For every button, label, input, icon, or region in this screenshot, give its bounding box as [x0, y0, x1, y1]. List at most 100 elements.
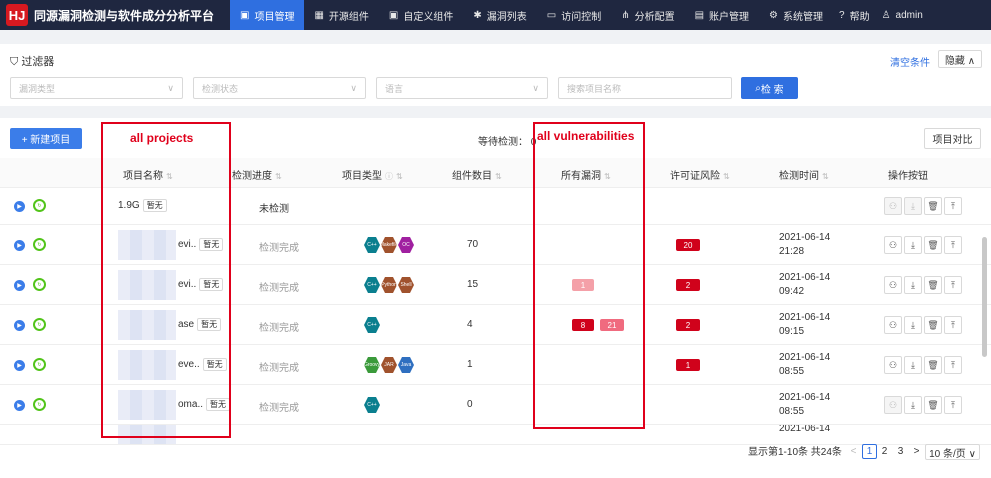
prev-page-button[interactable]: < [846, 444, 861, 459]
component-count: 15 [467, 279, 479, 290]
scan-status: 检测完成 [259, 403, 299, 414]
scan-status: 检测完成 [259, 243, 299, 254]
upload-icon[interactable]: ⤒ [944, 356, 962, 374]
component-count: 70 [467, 239, 479, 250]
topology-icon[interactable]: ⚇ [884, 236, 902, 254]
nav-item-1[interactable]: ▦ 开源组件 [304, 0, 378, 30]
nav-item-3[interactable]: ✱ 漏洞列表 [463, 0, 536, 30]
clear-filters-link[interactable]: 清空条件 [890, 54, 930, 69]
language-badge: JAR [381, 357, 397, 373]
play-icon[interactable]: ▶ [14, 201, 25, 212]
col-scan-time[interactable]: 检测时间 ⇅ [779, 167, 829, 182]
nav-item-7[interactable]: ⚙ 系统管理 [759, 0, 833, 30]
scan-clock: 09:42 [779, 286, 805, 297]
nav-item-6[interactable]: ▤ 账户管理 [685, 0, 759, 30]
nav-item-label: 项目管理 [254, 11, 295, 23]
nav-icon: ⋔ [621, 9, 630, 21]
trash-icon[interactable]: 🗑 [924, 197, 942, 215]
col-license-risk[interactable]: 许可证风险 ⇅ [670, 167, 730, 182]
nav-item-9[interactable]: ♙ admin [876, 0, 929, 30]
rescan-icon[interactable]: ↻ [33, 199, 46, 212]
license-risk-badge[interactable]: 20 [676, 239, 700, 251]
topology-icon[interactable]: ⚇ [884, 316, 902, 334]
nav-icon: ▤ [694, 9, 705, 21]
trash-icon[interactable]: 🗑 [924, 356, 942, 374]
scan-clock: 08:55 [779, 366, 805, 377]
row-actions: ⚇ ⤓ 🗑 ⤒ [884, 236, 964, 254]
col-component-count[interactable]: 组件数目 ⇅ [452, 167, 502, 182]
nav-item-5[interactable]: ⋔ 分析配置 [611, 0, 684, 30]
project-types: C++ [364, 317, 381, 333]
scan-clock: 08:55 [779, 406, 805, 417]
scan-time: 2021-06-14 08:55 [779, 351, 830, 379]
play-icon[interactable]: ▶ [14, 240, 25, 251]
table-scrollbar[interactable] [982, 237, 987, 357]
upload-icon[interactable]: ⤒ [944, 236, 962, 254]
trash-icon[interactable]: 🗑 [924, 276, 942, 294]
pagination-summary: 显示第1-10条 共24条 [748, 447, 842, 458]
license-risk-badge[interactable]: 1 [676, 359, 700, 371]
license-risk-badge[interactable]: 2 [676, 319, 700, 331]
topology-icon[interactable]: ⚇ [884, 356, 902, 374]
download-icon[interactable]: ⤓ [904, 197, 922, 215]
nav-item-4[interactable]: ▭ 访问控制 [537, 0, 611, 30]
rescan-icon[interactable]: ↻ [33, 278, 46, 291]
col-progress[interactable]: 检测进度 ⇅ [232, 167, 282, 182]
play-icon[interactable]: ▶ [14, 400, 25, 411]
new-project-button[interactable]: + 新建项目 [10, 128, 82, 149]
topology-icon[interactable]: ⚇ [884, 396, 902, 414]
scan-status: 检测完成 [259, 323, 299, 334]
top-nav: HJ 同源漏洞检测与软件成分分析平台 ▣ 项目管理 ▦ 开源组件 ▣ 自定义组件 ✱ 漏洞列表… [0, 0, 991, 30]
rescan-icon[interactable]: ↻ [33, 238, 46, 251]
trash-icon[interactable]: 🗑 [924, 396, 942, 414]
download-icon[interactable]: ⤓ [904, 316, 922, 334]
download-icon[interactable]: ⤓ [904, 236, 922, 254]
scan-clock: 09:15 [779, 326, 805, 337]
nav-item-label: 自定义组件 [403, 11, 454, 23]
play-icon[interactable]: ▶ [14, 280, 25, 291]
compare-projects-button[interactable]: 项目对比 [924, 128, 981, 149]
scan-time: 2021-06-14 21:28 [779, 231, 830, 259]
play-icon[interactable]: ▶ [14, 360, 25, 371]
page-2[interactable]: 2 [877, 444, 892, 459]
download-icon[interactable]: ⤓ [904, 396, 922, 414]
download-icon[interactable]: ⤓ [904, 356, 922, 374]
nav-icon: ▦ [314, 9, 324, 21]
upload-icon[interactable]: ⤒ [944, 276, 962, 294]
status-select[interactable]: 检测状态 ∨ [193, 77, 366, 99]
license-risk-badge[interactable]: 2 [676, 279, 700, 291]
search-input[interactable]: 搜索项目名称 [558, 77, 732, 99]
annotation-label-vulns: all vulnerabilities [537, 129, 635, 143]
page-1[interactable]: 1 [862, 444, 877, 459]
pending-count: 等待检测： 0 [478, 137, 537, 148]
page-size-select[interactable]: 10 条/页 ∨ [925, 444, 980, 460]
trash-icon[interactable]: 🗑 [924, 316, 942, 334]
upload-icon[interactable]: ⤒ [944, 396, 962, 414]
nav-item-2[interactable]: ▣ 自定义组件 [379, 0, 463, 30]
upload-icon[interactable]: ⤒ [944, 197, 962, 215]
app-logo[interactable]: HJ [6, 4, 28, 26]
col-actions: 操作按钮 [888, 171, 928, 182]
annotation-box-projects [101, 122, 231, 438]
nav-item-0[interactable]: ▣ 项目管理 [230, 0, 305, 30]
nav-item-8[interactable]: ? 帮助 [833, 0, 876, 30]
next-page-button[interactable]: > [909, 444, 924, 459]
upload-icon[interactable]: ⤒ [944, 316, 962, 334]
search-button[interactable]: ⌕ 检 索 [741, 77, 798, 99]
nav-icon: ▣ [388, 9, 399, 21]
page-3[interactable]: 3 [893, 444, 908, 459]
vuln-type-select[interactable]: 漏洞类型 ∨ [10, 77, 183, 99]
trash-icon[interactable]: 🗑 [924, 236, 942, 254]
play-icon[interactable]: ▶ [14, 320, 25, 331]
topology-icon[interactable]: ⚇ [884, 197, 902, 215]
rescan-icon[interactable]: ↻ [33, 318, 46, 331]
topology-icon[interactable]: ⚇ [884, 276, 902, 294]
nav-item-label: 账户管理 [709, 11, 750, 23]
rescan-icon[interactable]: ↻ [33, 358, 46, 371]
language-select[interactable]: 语言 ∨ [376, 77, 548, 99]
download-icon[interactable]: ⤓ [904, 276, 922, 294]
filter-title: ⛉ 过滤器 [10, 56, 55, 68]
rescan-icon[interactable]: ↻ [33, 398, 46, 411]
nav-icon: ♙ [881, 9, 891, 21]
hide-filter-button[interactable]: 隐藏 ∧ [938, 50, 982, 68]
